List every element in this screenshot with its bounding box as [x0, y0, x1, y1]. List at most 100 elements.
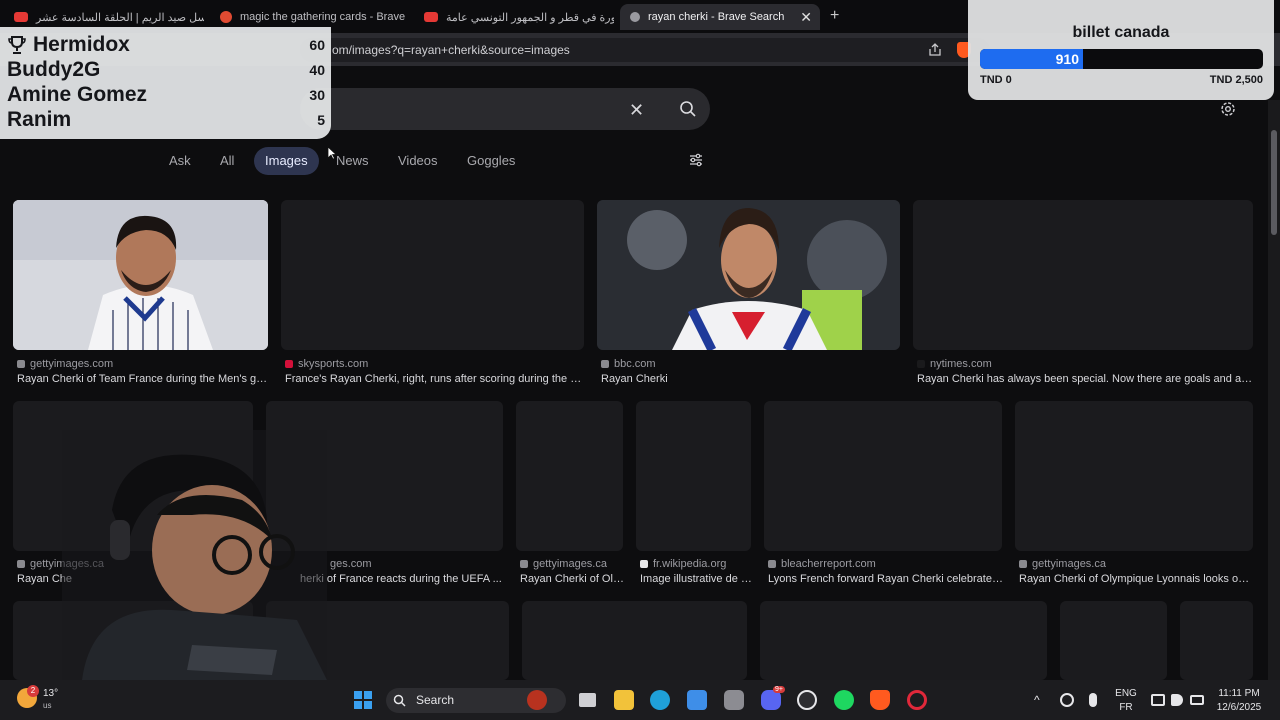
brave-search-icon	[220, 11, 232, 23]
gear-icon[interactable]	[1219, 100, 1237, 118]
leaderboard-name: Ranim	[7, 107, 72, 131]
mouse-cursor-icon	[327, 146, 337, 160]
result-image-15[interactable]	[1060, 601, 1167, 680]
volume-icon[interactable]	[1171, 694, 1183, 706]
search-highlight-icon[interactable]	[527, 690, 547, 710]
search-icon[interactable]	[678, 99, 698, 119]
search-tab-icon	[630, 12, 640, 22]
result-caption[interactable]: Rayan Cherki of Oly...	[520, 573, 624, 585]
language-top[interactable]: ENG	[1114, 688, 1138, 699]
leaderboard-score: 40	[309, 61, 325, 78]
player-photo	[597, 200, 900, 350]
tab-active-title: rayan cherki - Brave Search	[648, 11, 785, 23]
clear-search-icon[interactable]: ✕	[629, 100, 644, 121]
weather-sub: us	[43, 701, 52, 710]
tab-goggles[interactable]: Goggles	[467, 147, 515, 175]
webcam-overlay	[62, 430, 327, 680]
bleacherreport-icon	[768, 560, 776, 568]
tab-videos[interactable]: Videos	[398, 147, 438, 175]
microsoft-store-icon[interactable]	[687, 690, 707, 710]
task-view-icon[interactable]	[579, 693, 596, 707]
result-image-9[interactable]	[764, 401, 1002, 551]
scrollbar-thumb[interactable]	[1271, 130, 1277, 235]
result-source: bbc.com	[601, 358, 656, 370]
result-caption[interactable]: Rayan Cherki of Olympique Lyonnais looks…	[1019, 573, 1255, 585]
new-tab-button[interactable]: +	[830, 7, 839, 25]
leaderboard-row: Ranim 5	[7, 107, 325, 132]
trophy-icon	[8, 35, 26, 54]
windows-start-icon[interactable]	[353, 690, 373, 710]
battery-icon[interactable]	[1190, 695, 1204, 705]
result-source: gettyimages.ca	[1019, 558, 1106, 570]
microphone-icon[interactable]	[1089, 693, 1097, 707]
obs-icon[interactable]	[797, 690, 817, 710]
result-image-13[interactable]	[522, 601, 747, 680]
result-image-7[interactable]	[516, 401, 623, 551]
search-icon	[393, 694, 406, 707]
donation-goal-overlay: billet canada 910 TND 0 TND 2,500	[968, 0, 1274, 100]
result-source: nytimes.com	[917, 358, 992, 370]
url-text: om/images?q=rayan+cherki&source=images	[332, 43, 570, 57]
goal-title: billet canada	[1072, 24, 1170, 41]
nytimes-icon	[917, 360, 925, 368]
wikipedia-icon	[640, 560, 648, 568]
network-icon[interactable]	[1151, 694, 1165, 706]
tab-1-title: مسلسل صيد الريم | الحلقة السادسة عشر	[36, 11, 204, 24]
file-explorer-icon[interactable]	[614, 690, 634, 710]
result-image-4[interactable]	[913, 200, 1253, 350]
leaderboard-row: Amine Gomez 30	[7, 82, 325, 107]
filter-settings-icon[interactable]	[688, 152, 704, 168]
leaderboard-row: Buddy2G 40	[7, 57, 325, 82]
result-caption[interactable]: Lyons French forward Rayan Cherki celebr…	[768, 573, 1004, 585]
tab-3[interactable]: دورة في قطر و الجمهور التونسي عامة	[414, 4, 614, 30]
tab-all[interactable]: All	[220, 147, 234, 175]
brave-icon[interactable]	[870, 690, 890, 710]
goal-current-amount: 910	[1055, 51, 1079, 67]
leaderboard-overlay: Hermidox 60 Buddy2G 40 Amine Gomez 30 Ra…	[0, 27, 331, 139]
result-image-10[interactable]	[1015, 401, 1253, 551]
result-image-16[interactable]	[1180, 601, 1253, 680]
share-icon[interactable]	[928, 43, 942, 57]
address-bar[interactable]: om/images?q=rayan+cherki&source=images	[300, 38, 990, 62]
app-hexagon-icon[interactable]	[724, 690, 744, 710]
opera-icon[interactable]	[907, 690, 927, 710]
result-source: ges.com	[330, 558, 372, 570]
youtube-icon	[14, 12, 28, 22]
language-bottom[interactable]: FR	[1114, 702, 1138, 713]
getty-icon	[520, 560, 528, 568]
youtube-icon	[424, 12, 438, 22]
tab-images[interactable]: Images	[254, 147, 319, 175]
leaderboard-score: 5	[317, 111, 325, 128]
close-tab-icon[interactable]: ✕	[800, 9, 812, 26]
result-image-14[interactable]	[760, 601, 1047, 680]
leaderboard-score: 30	[309, 86, 325, 103]
leaderboard-name: Amine Gomez	[7, 82, 148, 106]
chevron-up-icon[interactable]: ^	[1034, 693, 1040, 707]
tab-ask[interactable]: Ask	[169, 147, 191, 175]
clock-time[interactable]: 11:11 PM	[1213, 688, 1265, 699]
result-image-2[interactable]	[281, 200, 584, 350]
getty-icon	[17, 360, 25, 368]
spotify-icon[interactable]	[834, 690, 854, 710]
bbc-icon	[601, 360, 609, 368]
result-caption[interactable]: Rayan Cherki	[601, 373, 901, 385]
tab-2-title: magic the gathering cards - Brave Search	[240, 11, 405, 23]
getty-icon	[17, 560, 25, 568]
result-caption[interactable]: herki of France reacts during the UEFA .…	[300, 573, 505, 585]
tab-active[interactable]: rayan cherki - Brave Search ✕	[620, 4, 820, 30]
goal-min-label: TND 0	[980, 74, 1012, 86]
result-image-3[interactable]	[597, 200, 900, 350]
tab-news[interactable]: News	[336, 147, 369, 175]
result-caption[interactable]: Image illustrative de l'...	[640, 573, 752, 585]
edge-icon[interactable]	[650, 690, 670, 710]
result-caption[interactable]: France's Rayan Cherki, right, runs after…	[285, 373, 585, 385]
search-input[interactable]	[300, 88, 710, 130]
clock-date[interactable]: 12/6/2025	[1213, 702, 1265, 713]
discord-icon[interactable]	[761, 690, 781, 710]
result-caption[interactable]: Rayan Cherki has always been special. No…	[917, 373, 1255, 385]
sync-icon[interactable]	[1060, 693, 1074, 707]
result-image-1[interactable]	[13, 200, 268, 350]
result-image-8[interactable]	[636, 401, 751, 551]
result-source: skysports.com	[285, 358, 368, 370]
result-caption[interactable]: Rayan Cherki of Team France during the M…	[17, 373, 269, 385]
